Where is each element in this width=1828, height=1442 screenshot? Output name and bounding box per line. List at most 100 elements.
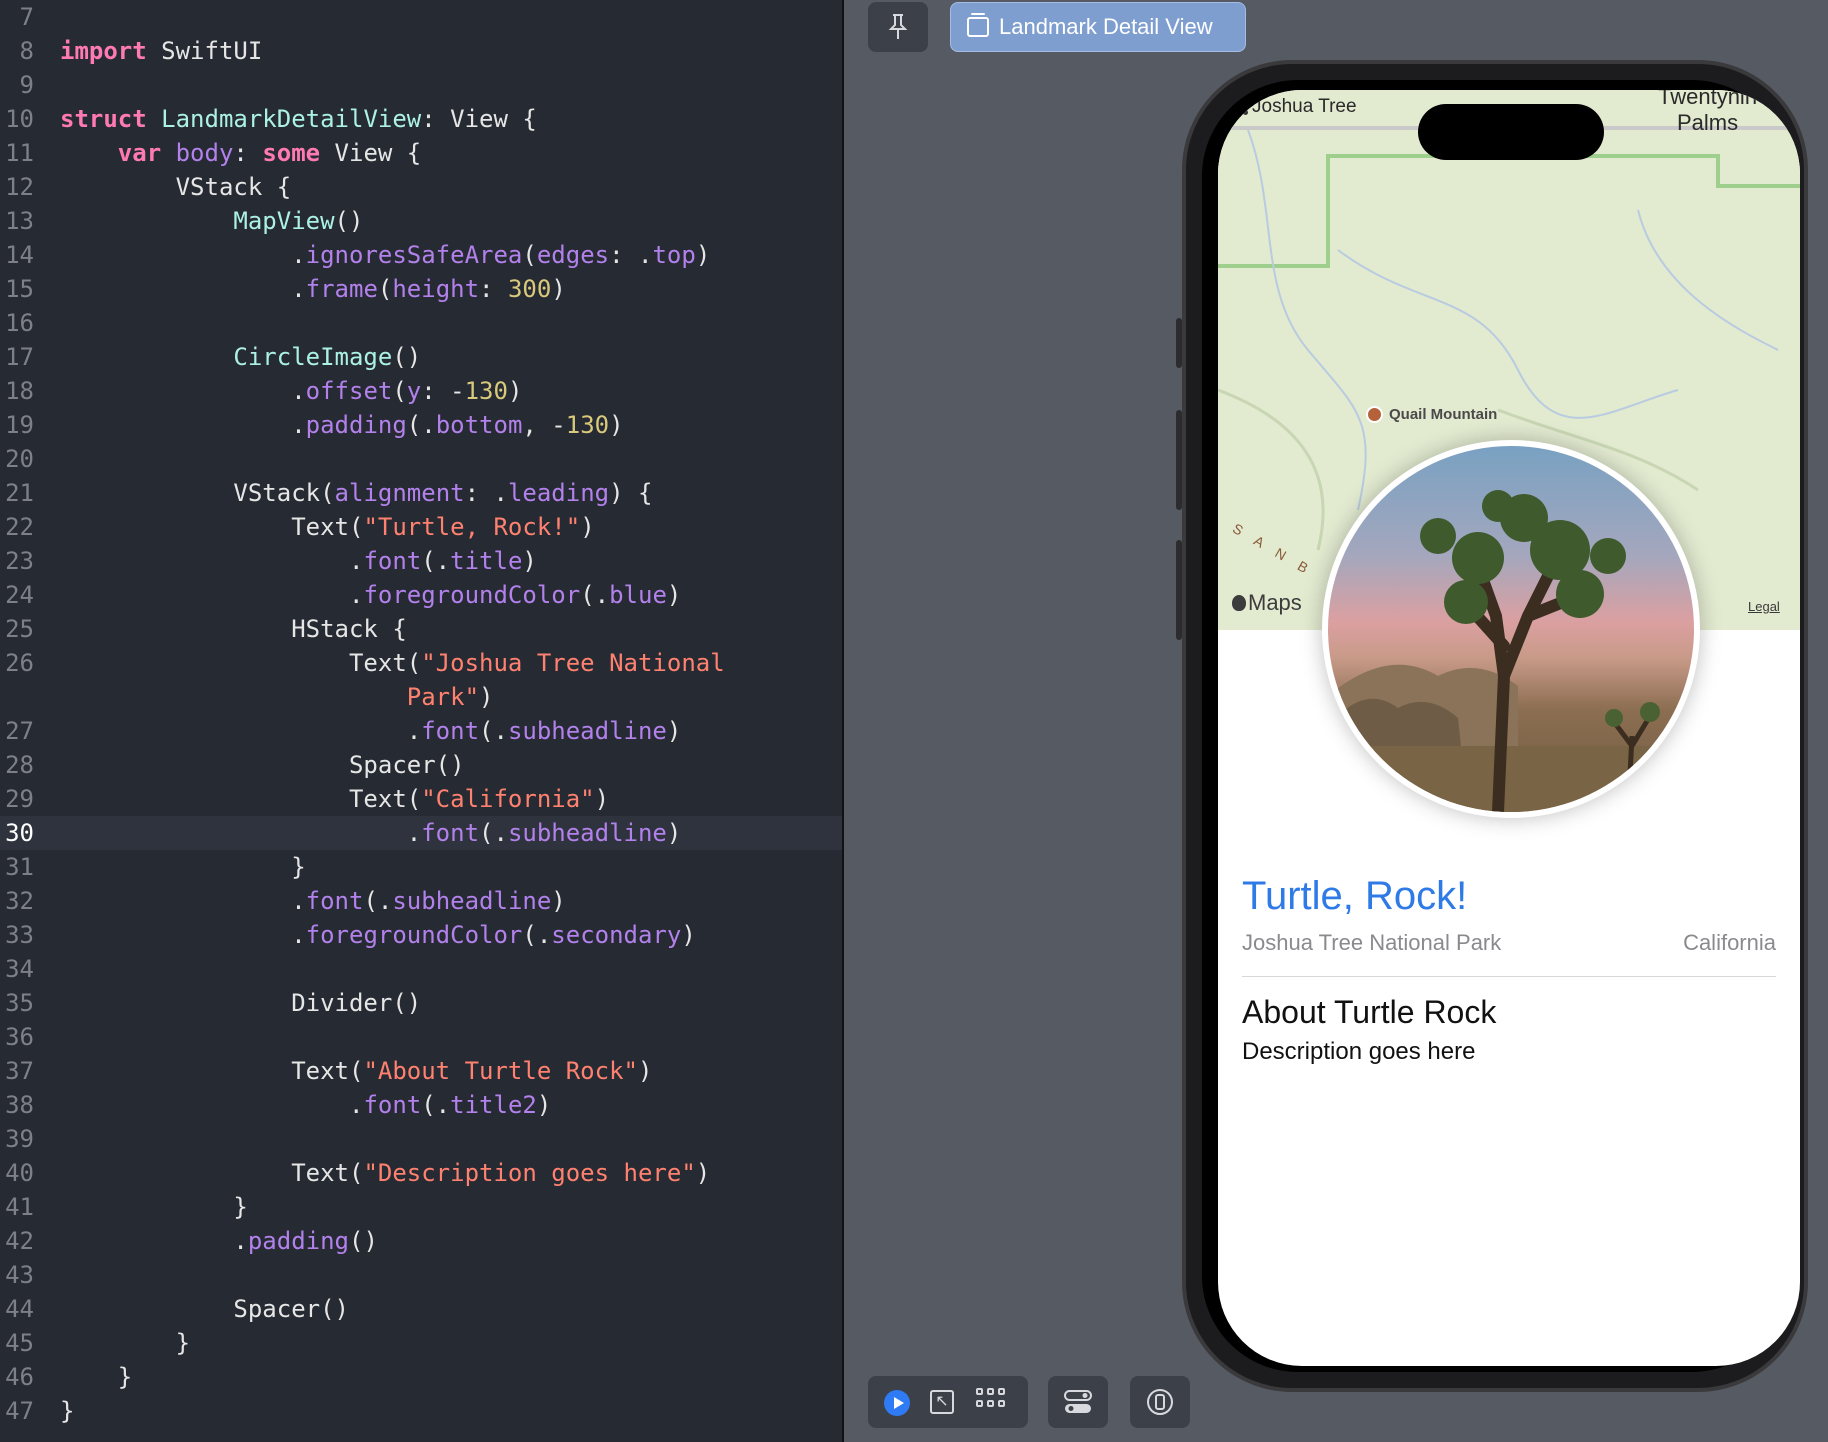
code-text: .font(.subheadline) [60,714,682,748]
code-editor[interactable]: 7 8 import SwiftUI 9 10 struct LandmarkDetail… [0,0,842,1442]
code-text: .padding() [60,1224,378,1258]
line-number: 15 [5,275,34,303]
code-text: struct LandmarkDetailView: View { [60,102,537,136]
line-number: 28 [5,751,34,779]
live-preview-icon[interactable] [884,1390,910,1416]
map-legal-link[interactable]: Legal [1748,599,1780,614]
code-line[interactable]: 38 .font(.title2) [0,1088,842,1122]
code-line[interactable]: 37 Text("About Turtle Rock") [0,1054,842,1088]
code-line[interactable]: 19 .padding(.bottom, -130) [0,408,842,442]
code-line[interactable]: 31 } [0,850,842,884]
code-token: ) [666,581,682,609]
code-line[interactable]: 21 VStack(alignment: .leading) { [0,476,842,510]
code-text: } [60,1326,190,1360]
line-number: 21 [5,479,34,507]
map-label-twentynine-palms-line2: Palms [1676,110,1739,135]
code-token: ) [536,1091,552,1119]
code-token: struct [60,105,147,133]
device-button[interactable] [1130,1376,1190,1428]
code-line[interactable]: 36 [0,1020,842,1054]
code-line[interactable]: 46 } [0,1360,842,1394]
code-token: (. [421,547,451,575]
code-line[interactable]: 11 var body: some View { [0,136,842,170]
code-token: () [392,343,422,371]
pin-button[interactable] [868,2,928,52]
line-number: 38 [5,1091,34,1119]
map-label-twentynine-palms: Twentynin Palms [1658,90,1757,136]
code-line[interactable]: 25 HStack { [0,612,842,646]
code-token: subheadline [392,887,552,915]
dynamic-island [1418,104,1604,160]
line-number: 9 [19,71,34,99]
line-number: 44 [5,1295,34,1323]
preview-tab[interactable]: Landmark Detail View [950,2,1246,52]
code-line[interactable]: 29 Text("California") [0,782,842,816]
line-number: 19 [5,411,34,439]
code-token: : [479,275,508,303]
circle-image [1322,440,1700,818]
code-token: Text( [60,1057,364,1085]
code-line[interactable]: 18 .offset(y: -130) [0,374,842,408]
code-line[interactable]: 7 [0,0,842,34]
code-line[interactable]: 9 [0,68,842,102]
code-line[interactable]: 8 import SwiftUI [0,34,842,68]
code-token: View [450,105,508,133]
code-line[interactable]: 34 [0,952,842,986]
code-line[interactable]: 15 .frame(height: 300) [0,272,842,306]
device-settings-button[interactable] [1048,1376,1108,1428]
variants-icon[interactable] [976,1388,1006,1416]
code-line[interactable]: 28 Spacer() [0,748,842,782]
code-line[interactable]: 42 .padding() [0,1224,842,1258]
code-token: padding [305,411,407,439]
code-line[interactable]: 16 [0,306,842,340]
code-line[interactable]: 41 } [0,1190,842,1224]
code-token: font [305,887,364,915]
code-text: .offset(y: -130) [60,374,522,408]
selectable-icon[interactable]: ↖ [930,1390,954,1414]
code-line[interactable]: 10 struct LandmarkDetailView: View { [0,102,842,136]
line-number: 35 [5,989,34,1017]
code-text: } [60,850,305,884]
line-number: 25 [5,615,34,643]
code-line[interactable]: 23 .font(.title) [0,544,842,578]
code-token: alignment [334,479,465,507]
code-token: ( [377,275,393,303]
code-line[interactable]: 30 .font(.subheadline) [0,816,842,850]
code-token: (. [580,581,610,609]
code-line[interactable]: 26 Text("Joshua Tree National [0,646,842,680]
code-token: Spacer() [60,751,465,779]
code-line[interactable]: 14 .ignoresSafeArea(edges: .top) [0,238,842,272]
code-token: Text( [60,1159,364,1187]
code-token: ) [551,275,566,303]
code-token: import [60,37,147,65]
code-line[interactable]: 33 .foregroundColor(.secondary) [0,918,842,952]
code-token: VStack { [60,173,292,201]
code-line[interactable]: 45 } [0,1326,842,1360]
code-line[interactable]: 27 .font(.subheadline) [0,714,842,748]
code-line[interactable]: 32 .font(.subheadline) [0,884,842,918]
code-line[interactable]: 40 Text("Description goes here") [0,1156,842,1190]
code-line[interactable]: 43 [0,1258,842,1292]
code-token: . [60,377,306,405]
code-text: Text("Description goes here") [60,1156,710,1190]
code-text: Park") [60,680,494,714]
code-line[interactable]: 24 .foregroundColor(.blue) [0,578,842,612]
code-line[interactable]: 39 [0,1122,842,1156]
code-token: HStack { [60,615,407,643]
code-line[interactable]: 17 CircleImage() [0,340,842,374]
code-line[interactable]: 35 Divider() [0,986,842,1020]
code-line[interactable]: 20 [0,442,842,476]
code-line[interactable]: 44 Spacer() [0,1292,842,1326]
code-line[interactable]: 13 MapView() [0,204,842,238]
code-text: .font(.subheadline) [60,884,566,918]
code-token: { [507,105,537,133]
code-token: (. [522,921,552,949]
code-line[interactable]: 22 Text("Turtle, Rock!") [0,510,842,544]
code-line[interactable]: 47} [0,1394,842,1428]
code-text: Text("Joshua Tree National [60,646,725,680]
code-token: (. [479,717,508,745]
code-line[interactable]: 12 VStack { [0,170,842,204]
maps-logo-text: Maps [1248,590,1302,615]
code-line[interactable]: Park") [0,680,842,714]
